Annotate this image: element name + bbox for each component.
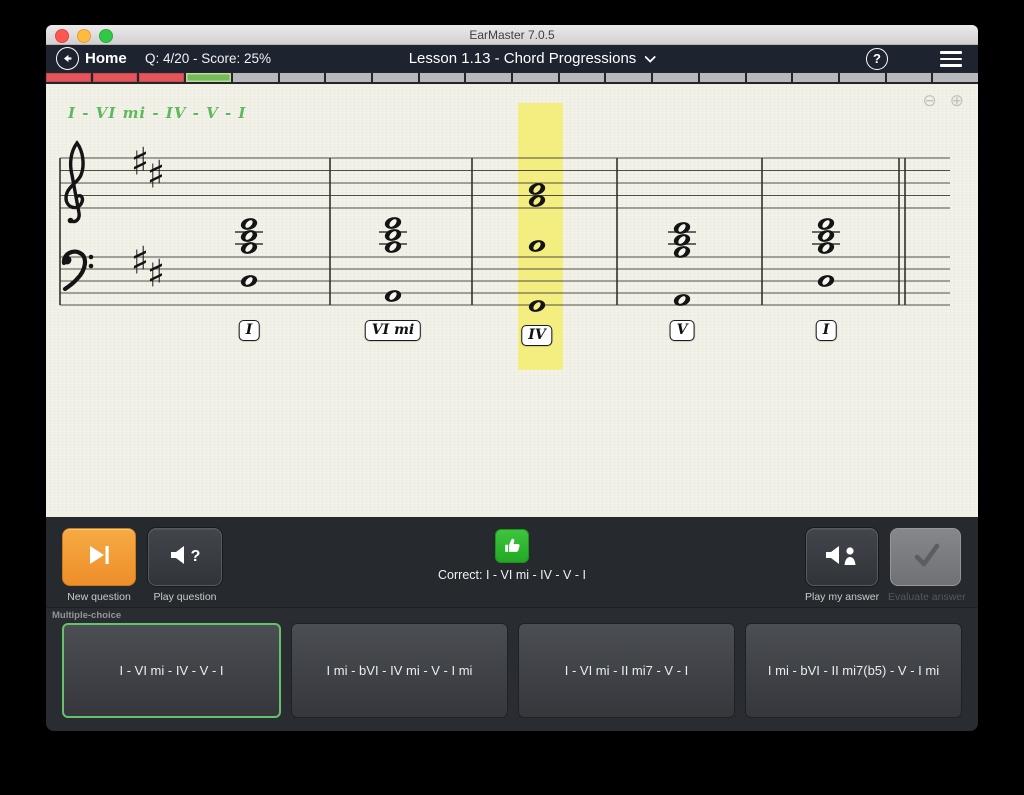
- progress-segment-pending: [747, 73, 792, 82]
- play-question-button[interactable]: ?: [148, 528, 222, 586]
- chord-label: V: [670, 320, 695, 341]
- lesson-title: Lesson 1.13 - Chord Progressions: [409, 50, 637, 67]
- sharp-icon: ♯: [147, 252, 165, 296]
- whole-note: [384, 239, 403, 254]
- checkmark-icon: [909, 540, 943, 575]
- play-my-answer-button[interactable]: [806, 528, 878, 586]
- speaker-icon: [170, 545, 187, 570]
- home-button[interactable]: Home: [56, 47, 127, 70]
- titlebar: EarMaster 7.0.5: [46, 25, 978, 45]
- staff-svg: ♯♯♯♯: [46, 84, 978, 517]
- zoom-out-icon[interactable]: ⊖: [923, 91, 937, 111]
- chord-label: I: [816, 320, 837, 341]
- new-question-label: New question: [62, 591, 136, 603]
- progress-segment-pending: [700, 73, 745, 82]
- whole-note: [384, 288, 403, 303]
- question-mark-icon: ?: [191, 548, 201, 566]
- progress-segment-pending: [606, 73, 651, 82]
- feedback-text: Correct: I - VI mi - IV - V - I: [438, 568, 586, 582]
- whole-note: [817, 216, 836, 231]
- hamburger-icon: [940, 51, 962, 54]
- play-my-answer-label: Play my answer: [805, 591, 879, 603]
- play-question-label: Play question: [148, 591, 222, 603]
- back-arrow-icon: [56, 47, 79, 70]
- app-window: EarMaster 7.0.5 Home Q: 4/20 - Score: 25…: [46, 25, 978, 731]
- progress-segment-pending: [933, 73, 978, 82]
- chord-label: I: [239, 320, 260, 341]
- multiple-choice-label: Multiple-choice: [52, 610, 121, 621]
- whole-note: [817, 228, 836, 243]
- lesson-selector[interactable]: Lesson 1.13 - Chord Progressions: [409, 50, 656, 67]
- evaluate-answer-label: Evaluate answer: [888, 591, 962, 603]
- progress-bar: [46, 72, 978, 84]
- progress-segment-wrong: [139, 73, 184, 82]
- choice-button[interactable]: I mi - bVI - II mi7(b5) - V - I mi: [745, 623, 962, 718]
- menu-button[interactable]: [940, 51, 962, 67]
- progress-segment-pending: [840, 73, 885, 82]
- choice-row: I - VI mi - IV - V - I I mi - bVI - IV m…: [62, 623, 962, 718]
- zoom-in-icon[interactable]: ⊕: [950, 91, 964, 111]
- progress-segment-pending: [420, 73, 465, 82]
- multiple-choice-section: Multiple-choice I - VI mi - IV - V - I I…: [46, 607, 978, 731]
- whole-note: [240, 240, 259, 255]
- progress-segment-pending: [653, 73, 698, 82]
- toolbar: New question ? Play question Correct: I …: [46, 517, 978, 607]
- window-title: EarMaster 7.0.5: [46, 28, 978, 42]
- progress-segment-pending: [887, 73, 932, 82]
- whole-note: [384, 215, 403, 230]
- progress-segment-pending: [233, 73, 278, 82]
- whole-note: [240, 216, 259, 231]
- progress-segment-pending: [466, 73, 511, 82]
- progress-segment-pending: [326, 73, 371, 82]
- progress-segment-pending: [280, 73, 325, 82]
- new-question-button[interactable]: [62, 528, 136, 586]
- progress-segment-wrong: [46, 73, 91, 82]
- progress-segment-correct: [186, 73, 231, 82]
- chord-label: IV: [521, 325, 552, 346]
- help-button[interactable]: ?: [866, 48, 888, 70]
- whole-note: [673, 220, 692, 235]
- home-label: Home: [85, 50, 127, 67]
- sharp-icon: ♯: [147, 153, 165, 197]
- score-area: ♯♯♯♯ I - VI mi - IV - V - I ⊖ ⊕ IVI miIV…: [46, 84, 978, 517]
- evaluate-answer-button[interactable]: [890, 528, 961, 586]
- chevron-down-icon: [644, 50, 655, 67]
- whole-note: [817, 240, 836, 255]
- help-icon: ?: [873, 51, 881, 66]
- question-status: Q: 4/20 - Score: 25%: [145, 51, 271, 66]
- chord-label: VI mi: [365, 320, 421, 341]
- choice-button[interactable]: I mi - bVI - IV mi - V - I mi: [291, 623, 508, 718]
- progress-segment-wrong: [93, 73, 138, 82]
- progress-segment-pending: [793, 73, 838, 82]
- progress-segment-pending: [560, 73, 605, 82]
- app-header: Home Q: 4/20 - Score: 25% Lesson 1.13 - …: [46, 45, 978, 72]
- skip-forward-icon: [87, 543, 112, 572]
- whole-note: [384, 227, 403, 242]
- thumbs-up-icon: [495, 529, 529, 563]
- whole-note: [240, 228, 259, 243]
- progression-label: I - VI mi - IV - V - I: [68, 104, 246, 122]
- whole-note: [817, 273, 836, 288]
- whole-note: [240, 273, 259, 288]
- choice-button[interactable]: I - VI mi - II mi7 - V - I: [518, 623, 735, 718]
- whole-note: [673, 232, 692, 247]
- progress-segment-pending: [373, 73, 418, 82]
- speaker-person-icon: [825, 544, 859, 571]
- progress-segment-pending: [513, 73, 558, 82]
- choice-button[interactable]: I - VI mi - IV - V - I: [62, 623, 281, 718]
